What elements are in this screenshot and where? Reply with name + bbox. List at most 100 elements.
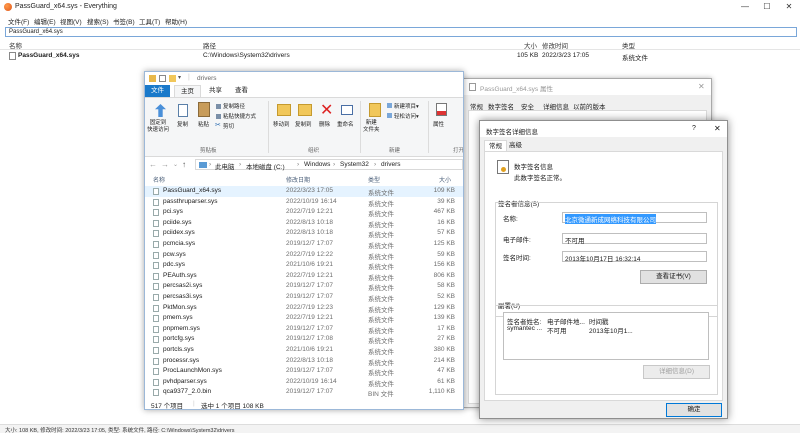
copy-to-button[interactable]: 复制到 bbox=[295, 120, 312, 128]
file-icon bbox=[153, 347, 159, 354]
file-row[interactable]: portcfg.sys 2019/12/7 17:08 系统文件 27 KB bbox=[145, 334, 463, 345]
help-button[interactable]: ? bbox=[692, 125, 696, 132]
close-button[interactable]: ✕ bbox=[778, 0, 800, 14]
breadcrumb-system32[interactable]: System32 bbox=[340, 161, 369, 168]
file-row[interactable]: pciidex.sys 2022/8/13 10:18 系统文件 57 KB bbox=[145, 228, 463, 239]
file-icon bbox=[153, 294, 159, 301]
tab-advanced[interactable]: 高级 bbox=[505, 140, 526, 151]
breadcrumb-drivers[interactable]: drivers bbox=[381, 161, 401, 168]
new-folder-icon[interactable] bbox=[169, 75, 176, 82]
paste-shortcut-button[interactable]: 粘贴快捷方式 bbox=[223, 112, 256, 120]
file-row[interactable]: processr.sys 2022/8/13 10:18 系统文件 214 KB bbox=[145, 356, 463, 367]
file-row[interactable]: portcls.sys 2021/10/6 19:21 系统文件 380 KB bbox=[145, 345, 463, 356]
menu-edit[interactable]: 编辑(E) bbox=[34, 16, 56, 26]
close-button[interactable]: ✕ bbox=[714, 124, 721, 133]
menu-tools[interactable]: 工具(T) bbox=[139, 16, 160, 26]
menu-search[interactable]: 搜索(S) bbox=[87, 16, 109, 26]
file-size: 139 KB bbox=[433, 314, 455, 322]
close-icon[interactable]: ✕ bbox=[698, 82, 705, 91]
name-field[interactable]: 北京微通新成网络科技有限公司 bbox=[562, 212, 707, 224]
menu-file[interactable]: 文件(F) bbox=[8, 16, 29, 26]
email-field[interactable]: 不可用 bbox=[562, 233, 707, 245]
file-row[interactable]: percsas3i.sys 2019/12/7 17:07 系统文件 52 KB bbox=[145, 292, 463, 303]
column-name[interactable]: 名称 bbox=[9, 40, 22, 50]
file-type: 系统文件 bbox=[368, 211, 394, 219]
time-field[interactable]: 2013年10月17日 16:32:14 bbox=[562, 251, 707, 263]
delete-button[interactable]: 删除 bbox=[319, 120, 330, 128]
file-row[interactable]: pnpmem.sys 2019/12/7 17:07 系统文件 17 KB bbox=[145, 324, 463, 335]
column-path[interactable]: 路径 bbox=[203, 40, 216, 50]
new-item-button[interactable]: 新建项目▾ bbox=[394, 102, 419, 110]
file-row[interactable]: pvhdparser.sys 2022/10/19 16:14 系统文件 61 KB bbox=[145, 377, 463, 388]
file-row[interactable]: passthruparser.sys 2022/10/19 16:14 系统文件 39… bbox=[145, 197, 463, 208]
maximize-button[interactable]: ☐ bbox=[756, 0, 778, 14]
file-row[interactable]: pmem.sys 2022/7/19 12:21 系统文件 139 KB bbox=[145, 313, 463, 324]
minimize-button[interactable]: — bbox=[734, 0, 756, 14]
file-row[interactable]: PassGuard_x64.sys 2022/3/23 17:05 系统文件 109 … bbox=[145, 186, 463, 197]
file-row[interactable]: pciide.sys 2022/8/13 10:18 系统文件 16 KB bbox=[145, 218, 463, 229]
file-row[interactable]: pdc.sys 2021/10/6 19:21 系统文件 156 KB bbox=[145, 260, 463, 271]
properties-icon[interactable] bbox=[159, 75, 166, 82]
tab-share[interactable]: 共享 bbox=[203, 85, 228, 97]
paste-button[interactable]: 粘贴 bbox=[198, 120, 209, 128]
properties-icon bbox=[436, 103, 447, 116]
file-date: 2022/7/19 12:22 bbox=[286, 250, 333, 258]
move-to-button[interactable]: 移动到 bbox=[273, 120, 290, 128]
view-certificate-button[interactable]: 查看证书(V) bbox=[640, 270, 707, 284]
details-button[interactable]: 详细信息(D) bbox=[643, 365, 710, 379]
menu-help[interactable]: 帮助(H) bbox=[165, 16, 187, 26]
breadcrumb-this-pc[interactable]: 此电脑 bbox=[215, 161, 235, 171]
forward-icon[interactable]: → bbox=[161, 160, 169, 169]
column-modified[interactable]: 修改时间 bbox=[542, 40, 568, 50]
easy-access-button[interactable]: 轻松访问▾ bbox=[394, 112, 419, 120]
header-type[interactable]: 类型 bbox=[368, 175, 380, 184]
file-row[interactable]: PktMon.sys 2022/7/19 12:23 系统文件 129 KB bbox=[145, 303, 463, 314]
menu-view[interactable]: 视图(V) bbox=[60, 16, 82, 26]
address-input[interactable]: › 此电脑 › 本地磁盘 (C:) › Windows › System32 ›… bbox=[195, 159, 463, 171]
breadcrumb-local-disk[interactable]: 本地磁盘 (C:) bbox=[246, 161, 285, 171]
delete-icon: ✕ bbox=[320, 102, 334, 119]
file-icon bbox=[153, 272, 159, 280]
search-input[interactable]: PassGuard_x64.sys bbox=[5, 27, 797, 37]
file-row[interactable]: qca9377_2.0.bin 2019/12/7 17:07 BIN 文件 1,11… bbox=[145, 387, 463, 398]
breadcrumb-windows[interactable]: Windows bbox=[304, 161, 330, 168]
file-icon bbox=[153, 283, 159, 291]
header-date[interactable]: 修改日期 bbox=[286, 175, 310, 184]
file-row[interactable]: percsas2i.sys 2019/12/7 17:07 系统文件 58 KB bbox=[145, 281, 463, 292]
properties-button[interactable]: 属性 bbox=[433, 120, 444, 128]
countersignature-list[interactable]: 签名者姓名: 电子邮件地... 时间戳 symantec ... 不可用 201… bbox=[503, 312, 709, 360]
result-row[interactable] bbox=[0, 50, 800, 61]
file-date: 2022/10/19 16:14 bbox=[286, 197, 337, 205]
file-row[interactable]: pcw.sys 2022/7/19 12:22 系统文件 59 KB bbox=[145, 250, 463, 261]
chevron-down-icon[interactable]: ⌄ bbox=[173, 161, 178, 168]
tab-home[interactable]: 主页 bbox=[174, 85, 201, 97]
back-icon[interactable]: ← bbox=[149, 160, 157, 169]
file-row[interactable]: pcmcia.sys 2019/12/7 17:07 系统文件 125 KB bbox=[145, 239, 463, 250]
tab-file[interactable]: 文件 bbox=[145, 85, 170, 97]
header-size[interactable]: 大小 bbox=[439, 175, 451, 184]
tab-general[interactable]: 常规 bbox=[484, 140, 507, 151]
column-size[interactable]: 大小 bbox=[524, 40, 537, 50]
ok-button[interactable]: 确定 bbox=[666, 403, 722, 417]
pin-quick-access-button[interactable]: 固定到 快速访问 bbox=[147, 120, 169, 134]
tab-view[interactable]: 查看 bbox=[229, 85, 254, 97]
up-icon[interactable]: ↑ bbox=[182, 160, 186, 169]
signature-details-dialog: 数字签名详细信息 ? ✕ 常规 高级 数字签名信息 此数字签名正常。 签名者信息… bbox=[479, 120, 728, 419]
copy-path-button[interactable]: 复制路径 bbox=[223, 102, 245, 110]
file-row[interactable]: pci.sys 2022/7/19 12:21 系统文件 467 KB bbox=[145, 207, 463, 219]
column-type[interactable]: 类型 bbox=[622, 40, 635, 50]
file-row[interactable]: PEAuth.sys 2022/7/19 12:21 系统文件 806 KB bbox=[145, 271, 463, 282]
rename-button[interactable]: 重命名 bbox=[337, 120, 354, 128]
header-name[interactable]: 名称 bbox=[153, 175, 165, 184]
cut-button[interactable]: 剪切 bbox=[223, 122, 234, 130]
copy-button[interactable]: 复制 bbox=[177, 120, 188, 128]
chevron-down-icon[interactable]: ▾ bbox=[178, 74, 181, 81]
file-icon bbox=[153, 219, 159, 227]
file-size: 47 KB bbox=[437, 367, 455, 375]
menu-bookmarks[interactable]: 书签(B) bbox=[113, 16, 135, 26]
file-name: pvhdparser.sys bbox=[163, 377, 207, 385]
file-name: qca9377_2.0.bin bbox=[163, 388, 212, 396]
move-to-icon bbox=[277, 104, 291, 116]
file-row[interactable]: ProcLaunchMon.sys 2019/12/7 17:07 系统文件 47 K… bbox=[145, 366, 463, 377]
new-folder-button[interactable]: 新建 文件夹 bbox=[363, 120, 380, 134]
